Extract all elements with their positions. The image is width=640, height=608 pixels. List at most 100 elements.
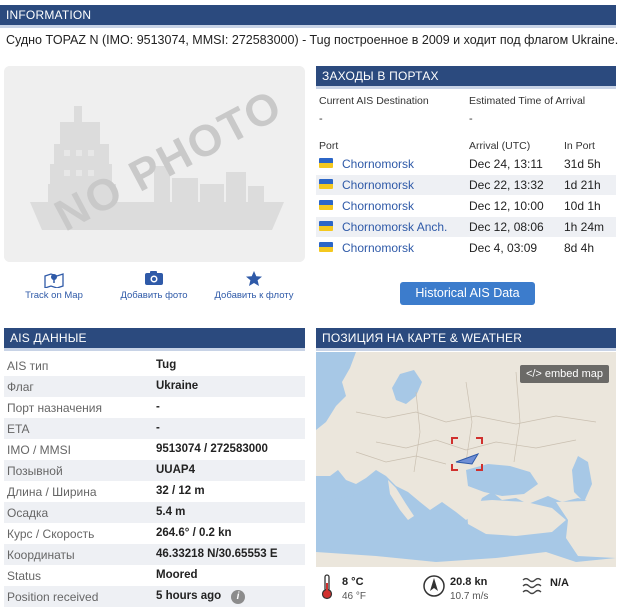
ais-value: Moored — [156, 569, 198, 581]
arrival-time: Dec 12, 10:00 — [469, 199, 544, 213]
add-photo-button[interactable]: Добавить фото — [104, 270, 204, 301]
arrival-time: Dec 24, 13:11 — [469, 157, 543, 171]
ais-value: 5 hours ago — [156, 590, 222, 602]
vessel-intro: Судно TOPAZ N (IMO: 9513074, MMSI: 27258… — [6, 33, 619, 47]
port-call-row: Chornomorsk Dec 22, 13:32 1d 21h — [316, 175, 616, 195]
ais-destination-value: - — [319, 113, 323, 125]
embed-map-button[interactable]: </> embed map — [519, 365, 609, 383]
column-arrival: Arrival (UTC) — [469, 140, 531, 152]
wave-height: N/A — [550, 577, 569, 589]
eta-value: - — [469, 113, 473, 125]
ukraine-flag-icon — [319, 158, 333, 168]
ais-value: Ukraine — [156, 380, 199, 392]
map-canvas — [316, 352, 616, 567]
info-icon[interactable]: i — [231, 590, 245, 604]
port-call-row: Chornomorsk Dec 4, 03:09 8d 4h — [316, 238, 616, 258]
add-photo-label: Добавить фото — [120, 290, 188, 301]
star-icon — [204, 270, 304, 288]
information-header: INFORMATION — [0, 5, 616, 28]
port-link[interactable]: Chornomorsk — [342, 199, 414, 213]
ais-key: IMO / MMSI — [7, 443, 71, 457]
vessel-position-map[interactable]: </> embed map — [316, 352, 616, 567]
port-link[interactable]: Chornomorsk — [342, 157, 414, 171]
add-to-fleet-button[interactable]: Добавить к флоту — [204, 270, 304, 301]
column-port: Port — [319, 140, 339, 152]
ais-row-dimensions: Длина / Ширина 32 / 12 m — [4, 481, 305, 502]
ais-key: ETA — [7, 422, 30, 436]
track-on-map-button[interactable]: Track on Map — [4, 270, 104, 301]
ukraine-flag-icon — [319, 200, 333, 210]
wind-speed-ms: 10.7 m/s — [450, 591, 489, 602]
map-header: ПОЗИЦИЯ НА КАРТЕ & WEATHER — [316, 328, 616, 351]
in-port-duration: 8d 4h — [564, 241, 595, 255]
waves-icon — [522, 576, 544, 599]
ais-key: Порт назначения — [7, 401, 102, 415]
information-title: INFORMATION — [6, 8, 92, 22]
ais-key: Позывной — [7, 464, 63, 478]
eta-label: Estimated Time of Arrival — [469, 95, 586, 107]
port-calls-title: ЗАХОДЫ В ПОРТАХ — [322, 69, 439, 83]
vessel-photo-placeholder: NO PHOTO — [4, 66, 305, 262]
ais-key: Position received — [7, 590, 99, 604]
ais-value: 32 / 12 m — [156, 485, 205, 497]
port-link[interactable]: Chornomorsk — [342, 241, 414, 255]
in-port-duration: 31d 5h — [564, 157, 601, 171]
ais-row-type: AIS тип Tug — [4, 355, 305, 376]
port-call-row: Chornomorsk Dec 12, 10:00 10d 1h — [316, 196, 616, 216]
column-in-port: In Port — [564, 140, 595, 152]
ais-key: Флаг — [7, 380, 34, 394]
thermometer-icon — [320, 574, 334, 603]
ais-key: Длина / Ширина — [7, 485, 97, 499]
ukraine-flag-icon — [319, 221, 333, 231]
ais-value: 264.6° / 0.2 kn — [156, 527, 232, 539]
in-port-duration: 1h 24m — [564, 220, 605, 234]
ais-row-imo-mmsi: IMO / MMSI 9513074 / 272583000 — [4, 439, 305, 460]
ais-key: AIS тип — [7, 359, 49, 373]
ais-row-destination: Порт назначения - — [4, 397, 305, 418]
arrival-time: Dec 4, 03:09 — [469, 241, 538, 255]
ais-key: Осадка — [7, 506, 49, 520]
ais-row-coordinates: Координаты 46.33218 N/30.65553 E — [4, 544, 305, 565]
port-call-row: Chornomorsk Anch. Dec 12, 08:06 1h 24m — [316, 217, 616, 237]
ais-key: Координаты — [7, 548, 75, 562]
vessel-actions: Track on Map Добавить фото Добавить к фл… — [4, 270, 305, 314]
ais-value: - — [156, 422, 160, 434]
ais-value: 46.33218 N/30.65553 E — [156, 548, 278, 560]
port-link[interactable]: Chornomorsk — [342, 178, 414, 192]
ais-value: - — [156, 401, 160, 413]
port-link[interactable]: Chornomorsk Anch. — [342, 220, 447, 234]
camera-icon — [104, 270, 204, 288]
add-to-fleet-label: Добавить к флоту — [214, 290, 294, 301]
ais-key: Status — [7, 569, 42, 583]
ais-row-flag: Флаг Ukraine — [4, 376, 305, 397]
port-call-row: Chornomorsk Dec 24, 13:11 31d 5h — [316, 154, 616, 174]
ais-data-header: AIS ДАННЫЕ — [4, 328, 305, 351]
ais-row-course-speed: Курс / Скорость 264.6° / 0.2 kn — [4, 523, 305, 544]
map-title: ПОЗИЦИЯ НА КАРТЕ & WEATHER — [322, 331, 523, 345]
arrival-time: Dec 22, 13:32 — [469, 178, 544, 192]
ais-row-status: Status Moored — [4, 565, 305, 586]
ais-key: Курс / Скорость — [7, 527, 95, 541]
in-port-duration: 1d 21h — [564, 178, 601, 192]
ais-destination-label: Current AIS Destination — [319, 95, 429, 107]
ais-value: 5.4 m — [156, 506, 186, 518]
track-on-map-label: Track on Map — [25, 290, 83, 301]
ais-row-eta: ETA - — [4, 418, 305, 439]
ais-row-position-received: Position received 5 hours ago i — [4, 586, 305, 607]
temperature-c: 8 °C — [342, 576, 364, 588]
map-pin-icon — [4, 270, 104, 289]
ukraine-flag-icon — [319, 179, 333, 189]
ukraine-flag-icon — [319, 242, 333, 252]
port-calls-header: ЗАХОДЫ В ПОРТАХ — [316, 66, 616, 89]
ais-value: 9513074 / 272583000 — [156, 443, 268, 455]
wind-direction-icon — [422, 574, 446, 601]
ais-value: Tug — [156, 359, 177, 371]
ais-row-callsign: Позывной UUAP4 — [4, 460, 305, 481]
wind-speed-kn: 20.8 kn — [450, 576, 488, 588]
in-port-duration: 10d 1h — [564, 199, 601, 213]
ais-value: UUAP4 — [156, 464, 195, 476]
ais-row-draught: Осадка 5.4 m — [4, 502, 305, 523]
ais-data-title: AIS ДАННЫЕ — [10, 331, 87, 345]
historical-ais-data-button[interactable]: Historical AIS Data — [400, 282, 535, 305]
arrival-time: Dec 12, 08:06 — [469, 220, 544, 234]
